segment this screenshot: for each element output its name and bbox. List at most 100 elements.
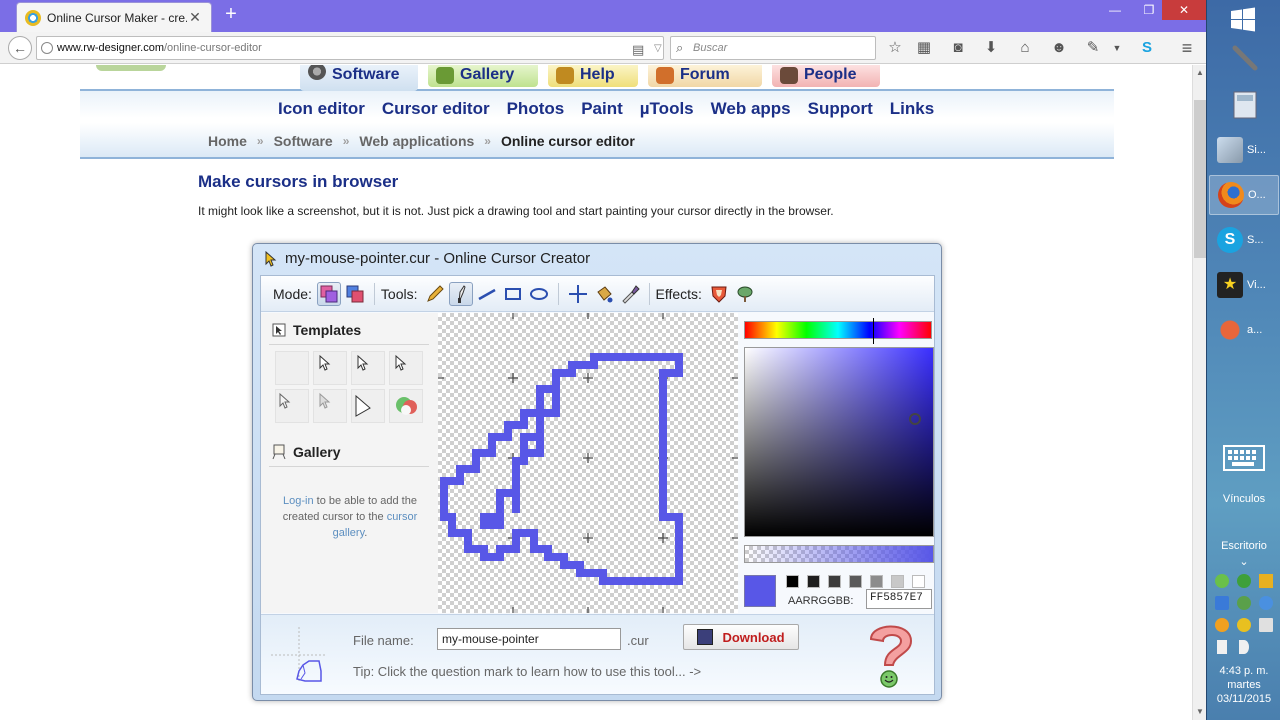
hello-chat-icon[interactable]: ☻ (1048, 37, 1070, 59)
reader-view-icon[interactable]: ▤ (632, 39, 644, 61)
tray-app-icon[interactable] (1215, 574, 1229, 588)
color-swatch[interactable] (807, 575, 820, 588)
site-tab-gallery[interactable]: Gallery (428, 65, 538, 87)
site-tab-help[interactable]: Help (548, 65, 638, 87)
template-arrow[interactable] (313, 389, 347, 423)
nav-links[interactable]: Links (890, 99, 934, 119)
taskbar-item-tablet[interactable]: Si... (1209, 130, 1279, 170)
saturation-value-picker[interactable] (744, 347, 934, 537)
template-arrow[interactable] (351, 351, 385, 385)
downloads-icon[interactable]: ⬇ (980, 37, 1002, 59)
page-scrollbar[interactable]: ▲ ▼ (1192, 65, 1206, 720)
pencil-tool-icon[interactable] (423, 282, 447, 306)
breadcrumb-web-applications[interactable]: Web applications (359, 133, 474, 149)
site-tab-forum[interactable]: Forum (648, 65, 762, 87)
search-input[interactable]: ⌕ Buscar (670, 36, 876, 60)
argb-input[interactable]: FF5857E7 (866, 589, 932, 609)
nav-paint[interactable]: Paint (581, 99, 623, 119)
breadcrumb-home[interactable]: Home (208, 133, 247, 149)
brush-tool-icon[interactable] (448, 281, 473, 306)
close-tab-icon[interactable]: ✕ (187, 9, 203, 26)
template-arrow[interactable] (275, 389, 309, 423)
desktop-toolbar-label[interactable]: Escritorio (1207, 540, 1280, 552)
color-swatch[interactable] (870, 575, 883, 588)
action-center-flag-icon[interactable] (1217, 640, 1227, 654)
nav-icon-editor[interactable]: Icon editor (278, 99, 365, 119)
effect-shield-icon[interactable] (707, 282, 731, 306)
microphone-icon[interactable] (1229, 42, 1261, 74)
template-arrow[interactable] (389, 351, 423, 385)
tray-app-icon[interactable] (1215, 618, 1229, 632)
site-tab-software[interactable]: Software (300, 65, 418, 91)
nav-support[interactable]: Support (808, 99, 873, 119)
color-swatch[interactable] (786, 575, 799, 588)
nav-cursor-editor[interactable]: Cursor editor (382, 99, 490, 119)
file-name-input[interactable]: my-mouse-pointer (437, 628, 621, 650)
url-bar[interactable]: www.rw-designer.com/online-cursor-editor… (36, 36, 690, 61)
site-tab-people[interactable]: People (772, 65, 880, 87)
eyedropper-tool-icon[interactable] (618, 282, 642, 306)
question-mark-help-icon[interactable] (861, 619, 921, 691)
bookmark-star-icon[interactable]: ☆ (884, 37, 906, 59)
template-arrow[interactable] (313, 351, 347, 385)
nav-photos[interactable]: Photos (507, 99, 565, 119)
hue-slider-handle[interactable] (873, 318, 874, 344)
fill-tool-icon[interactable] (592, 282, 616, 306)
taskbar-item-movie[interactable]: ★ Vi... (1209, 265, 1279, 305)
color-swatch[interactable] (891, 575, 904, 588)
links-toolbar-label[interactable]: Vínculos (1207, 493, 1280, 505)
drawing-canvas[interactable] (438, 313, 738, 613)
nav-utools[interactable]: µTools (640, 99, 694, 119)
color-swatch[interactable] (912, 575, 925, 588)
back-button[interactable]: ← (8, 36, 32, 60)
developer-tools-icon[interactable]: ✎ (1082, 37, 1104, 59)
ellipse-tool-icon[interactable] (527, 282, 551, 306)
browser-tab[interactable]: Online Cursor Maker - cre... ✕ (16, 2, 212, 32)
download-button[interactable]: Download (683, 624, 799, 650)
scroll-up-arrow-icon[interactable]: ▲ (1193, 65, 1207, 81)
login-link[interactable]: Log-in (283, 495, 314, 507)
scrollbar-thumb[interactable] (1194, 100, 1206, 258)
volume-icon[interactable] (1239, 640, 1249, 654)
windows-start-icon[interactable] (1221, 6, 1265, 34)
expand-tray-icon[interactable]: ⌄ (1207, 555, 1280, 568)
nav-web-apps[interactable]: Web apps (711, 99, 791, 119)
skype-addon-icon[interactable]: S (1136, 37, 1158, 59)
tray-app-icon[interactable] (1237, 618, 1251, 632)
taskbar-item-skype[interactable]: S S... (1209, 220, 1279, 260)
template-triangle[interactable] (351, 389, 385, 423)
minimize-window-button[interactable]: — (1100, 0, 1130, 20)
hotspot-tool-icon[interactable] (566, 282, 590, 306)
mode-replace-icon[interactable] (316, 281, 341, 306)
calculator-icon[interactable] (1231, 90, 1259, 120)
template-blank[interactable] (275, 351, 309, 385)
tray-globe-icon[interactable] (1259, 596, 1273, 610)
new-tab-button[interactable]: + (220, 4, 242, 26)
taskbar-clock[interactable]: 4:43 p. m. martes 03/11/2015 (1207, 664, 1280, 706)
tray-network-app-icon[interactable] (1215, 596, 1229, 610)
taskbar-item-hand[interactable]: a... (1209, 310, 1279, 350)
close-window-button[interactable]: ✕ (1162, 0, 1206, 20)
pocket-icon[interactable]: ◙ (947, 37, 969, 59)
url-history-dropdown-icon[interactable]: ▽ (654, 38, 662, 60)
color-swatch[interactable] (849, 575, 862, 588)
tray-warning-icon[interactable] (1259, 574, 1273, 588)
tray-display-icon[interactable] (1259, 618, 1273, 632)
tray-app-icon[interactable] (1237, 574, 1251, 588)
bookmarks-list-icon[interactable]: ▦ (913, 37, 935, 59)
line-tool-icon[interactable] (475, 282, 499, 306)
hue-slider[interactable] (744, 318, 932, 344)
tools-dropdown-icon[interactable]: ▼ (1106, 37, 1128, 59)
color-picker-handle[interactable] (909, 413, 921, 425)
mode-blend-icon[interactable] (343, 282, 367, 306)
alpha-slider[interactable] (744, 545, 934, 563)
color-swatch[interactable] (828, 575, 841, 588)
taskbar-item-firefox[interactable]: O... (1209, 175, 1279, 215)
template-colorful[interactable] (389, 389, 423, 423)
tray-security-icon[interactable] (1237, 596, 1251, 610)
breadcrumb-software[interactable]: Software (274, 133, 333, 149)
rectangle-tool-icon[interactable] (501, 282, 525, 306)
effect-tree-icon[interactable] (733, 282, 757, 306)
restore-window-button[interactable]: ❐ (1134, 0, 1164, 20)
keyboard-icon[interactable] (1222, 444, 1266, 472)
